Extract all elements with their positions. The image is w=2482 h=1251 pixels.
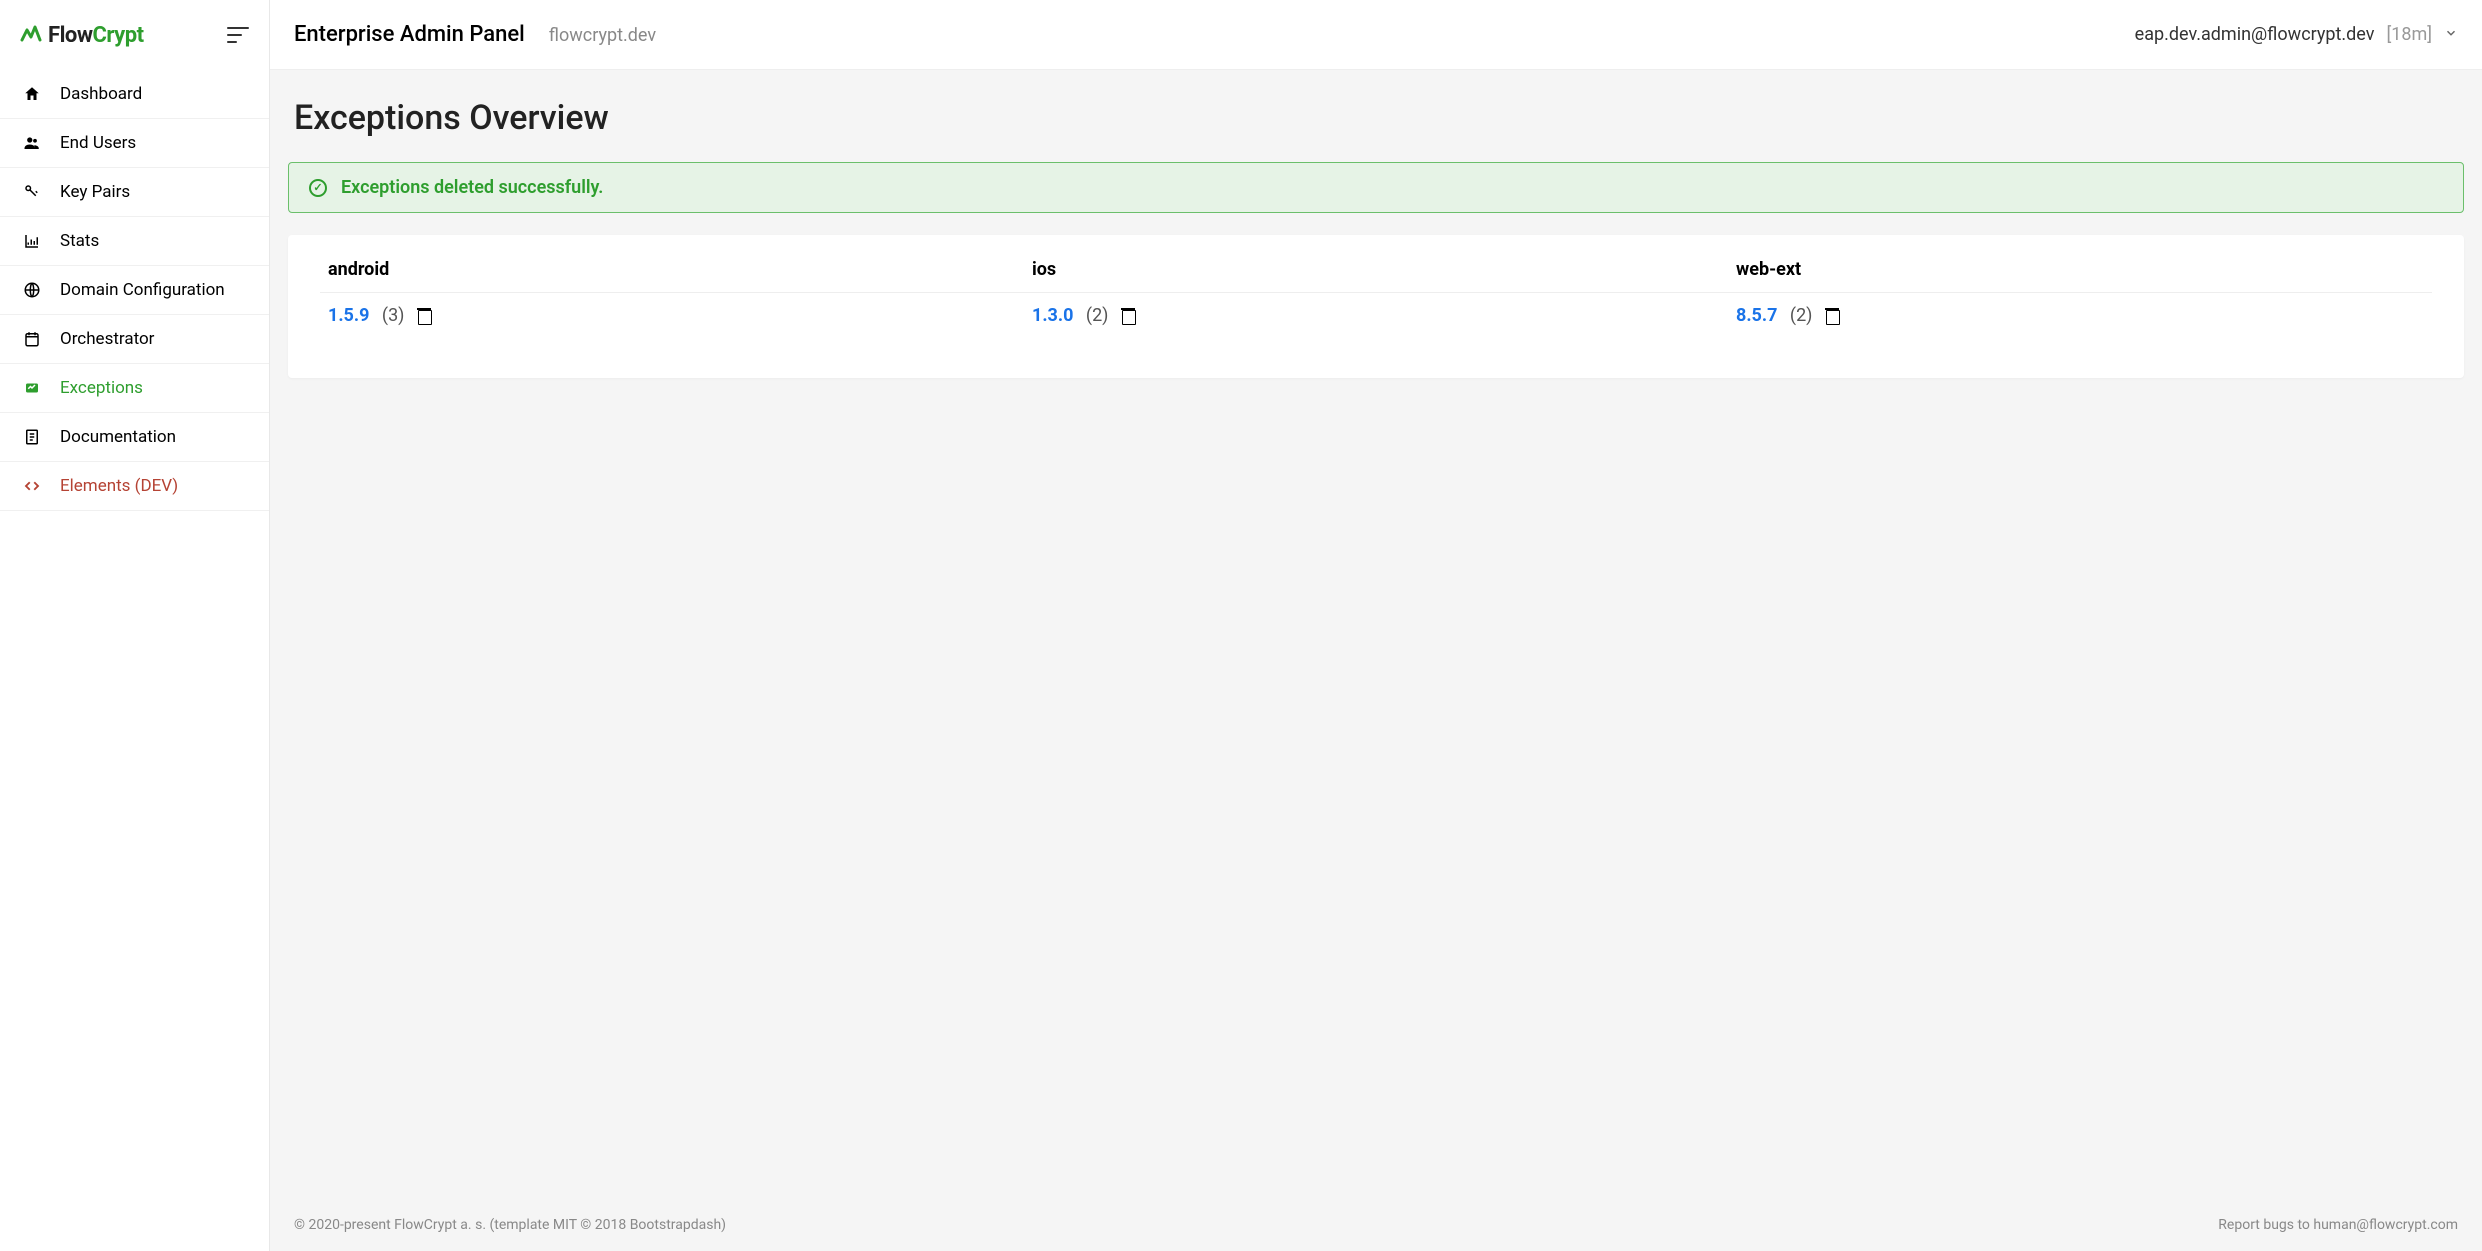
column-header-android: android [320,247,1024,293]
check-circle-icon: ✓ [309,179,327,197]
exceptions-card: android ios web-ext 1.5.9 (3) [288,235,2464,378]
footer: © 2020-present FlowCrypt a. s. (template… [270,1199,2482,1251]
count-ios: (2) [1086,305,1109,326]
nav-list: Dashboard End Users Key Pairs Stats Doma… [0,70,269,511]
sidebar-item-documentation[interactable]: Documentation [0,413,269,462]
version-link-android[interactable]: 1.5.9 [328,305,369,326]
sidebar-item-label: Dashboard [60,84,142,104]
logo-mark-icon [20,23,42,47]
sidebar-item-label: Stats [60,231,99,251]
logo-text-crypt: Crypt [92,23,143,48]
column-header-web-ext: web-ext [1728,247,2432,293]
logo-text-flow: Flow [48,23,92,48]
sidebar-item-orchestrator[interactable]: Orchestrator [0,315,269,364]
doc-icon [22,427,42,447]
sidebar-header: FlowCrypt [0,0,269,70]
users-icon [22,133,42,153]
sidebar-item-dashboard[interactable]: Dashboard [0,70,269,119]
count-web-ext: (2) [1790,305,1813,326]
table-row: 1.5.9 (3) 1.3.0 (2) 8.5.7 [320,293,2432,339]
version-link-ios[interactable]: 1.3.0 [1032,305,1073,326]
column-header-ios: ios [1024,247,1728,293]
calendar-icon [22,329,42,349]
logo[interactable]: FlowCrypt [20,23,144,48]
exceptions-table: android ios web-ext 1.5.9 (3) [320,247,2432,338]
sidebar-item-label: Orchestrator [60,329,154,349]
domain-label: flowcrypt.dev [549,25,656,46]
footer-bugs: Report bugs to human@flowcrypt.com [2218,1217,2458,1233]
sidebar-item-key-pairs[interactable]: Key Pairs [0,168,269,217]
sidebar-item-end-users[interactable]: End Users [0,119,269,168]
globe-icon [22,280,42,300]
user-menu[interactable]: eap.dev.admin@flowcrypt.dev [18m] [2135,24,2458,45]
code-icon [22,476,42,496]
sidebar-item-domain-config[interactable]: Domain Configuration [0,266,269,315]
sidebar-item-label: Elements (DEV) [60,476,178,496]
home-icon [22,84,42,104]
sidebar-item-stats[interactable]: Stats [0,217,269,266]
main-region: Enterprise Admin Panel flowcrypt.dev eap… [270,0,2482,1251]
content-area: Exceptions Overview ✓ Exceptions deleted… [270,70,2482,1199]
sidebar: FlowCrypt Dashboard End Users Key Pairs … [0,0,270,1251]
chevron-down-icon[interactable] [2444,26,2458,44]
exceptions-icon [22,378,42,398]
sidebar-item-label: End Users [60,133,136,153]
stats-icon [22,231,42,251]
sidebar-item-elements-dev[interactable]: Elements (DEV) [0,462,269,511]
footer-bugs-email-link[interactable]: human@flowcrypt.com [2313,1217,2458,1233]
trash-icon[interactable] [1825,308,1839,324]
trash-icon[interactable] [1121,308,1135,324]
sidebar-item-label: Key Pairs [60,182,130,202]
count-android: (3) [382,305,405,326]
alert-message: Exceptions deleted successfully. [341,177,603,198]
sidebar-item-label: Domain Configuration [60,280,225,300]
topbar: Enterprise Admin Panel flowcrypt.dev eap… [270,0,2482,70]
sidebar-item-label: Exceptions [60,378,143,398]
alert-success: ✓ Exceptions deleted successfully. [288,162,2464,213]
user-email: eap.dev.admin@flowcrypt.dev [2135,24,2375,45]
page-title: Exceptions Overview [270,98,2482,162]
panel-title: Enterprise Admin Panel [294,22,525,47]
footer-copyright: © 2020-present FlowCrypt a. s. (template… [294,1217,726,1233]
keys-icon [22,182,42,202]
sidebar-item-exceptions[interactable]: Exceptions [0,364,269,413]
trash-icon[interactable] [417,308,431,324]
sidebar-item-label: Documentation [60,427,176,447]
menu-toggle-icon[interactable] [227,27,249,43]
version-link-web-ext[interactable]: 8.5.7 [1736,305,1777,326]
session-time: [18m] [2386,24,2432,45]
